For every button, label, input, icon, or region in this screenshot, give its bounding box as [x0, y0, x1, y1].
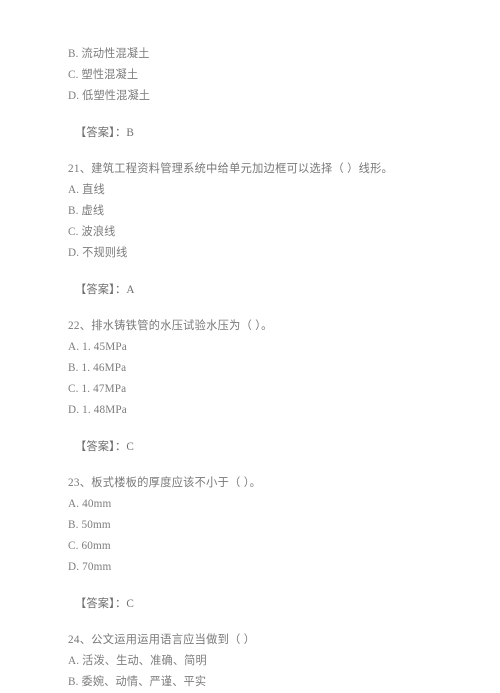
option-item: C. 60mm [68, 540, 111, 552]
question-24-options: A. 活泼、生动、准确、简明 B. 委婉、动情、严谨、平实 [68, 651, 460, 693]
answer-line: 【答案】：C [75, 598, 134, 610]
option-item: D. 70mm [68, 561, 112, 573]
option-item: D. 低塑性混凝土 [68, 90, 151, 102]
option-item: A. 活泼、生动、准确、简明 [68, 655, 207, 667]
option-item: A. 40mm [68, 498, 112, 510]
option-item: C. 1. 47MPa [68, 383, 127, 395]
answer-line: 【答案】：A [75, 284, 135, 296]
question-22-stem: 22、排水铸铁管的水压试验水压为（ ）。 [68, 320, 273, 332]
question-24-stem: 24、公文运用运用语言应当做到（ ） [68, 634, 256, 646]
option-item: B. 虚线 [68, 205, 105, 217]
question-23-stem: 23、板式楼板的厚度应该不小于（ ）。 [68, 477, 262, 489]
option-item: C. 波浪线 [68, 226, 116, 238]
question-21-options: A. 直线 B. 虚线 C. 波浪线 D. 不规则线 [68, 180, 460, 264]
option-item: D. 不规则线 [68, 247, 128, 259]
option-item: B. 50mm [68, 519, 111, 531]
option-item: A. 直线 [68, 184, 105, 196]
option-item: A. 1. 45MPa [68, 341, 127, 353]
option-item: B. 流动性混凝土 [68, 48, 150, 60]
option-item: B. 委婉、动情、严谨、平实 [68, 676, 207, 688]
option-item: B. 1. 46MPa [68, 362, 127, 374]
document-page: B. 流动性混凝土 C. 塑性混凝土 D. 低塑性混凝土 【答案】：B 21、建… [0, 0, 500, 688]
answer-line: 【答案】：B [75, 127, 134, 139]
answer-line: 【答案】：C [75, 441, 134, 453]
question-20-options: B. 流动性混凝土 C. 塑性混凝土 D. 低塑性混凝土 [68, 44, 460, 107]
question-21-stem: 21、建筑工程资料管理系统中给单元加边框可以选择（ ）线形。 [68, 163, 394, 175]
option-item: D. 1. 48MPa [68, 404, 127, 416]
option-item: C. 塑性混凝土 [68, 69, 139, 81]
question-22-options: A. 1. 45MPa B. 1. 46MPa C. 1. 47MPa D. 1… [68, 337, 460, 421]
question-23-options: A. 40mm B. 50mm C. 60mm D. 70mm [68, 494, 460, 578]
